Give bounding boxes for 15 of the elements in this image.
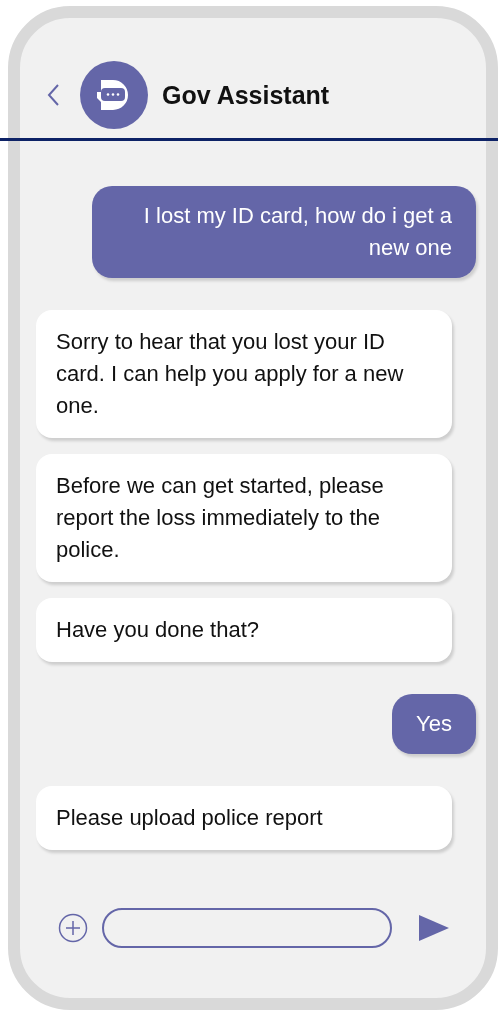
back-button[interactable] <box>46 83 60 107</box>
bot-message: Before we can get started, please report the loss immediately to the police. <box>36 454 452 582</box>
chat-logo-icon <box>97 78 131 112</box>
plus-icon <box>58 913 88 943</box>
add-button[interactable] <box>58 913 88 943</box>
send-button[interactable] <box>418 914 450 942</box>
message-input[interactable] <box>102 908 392 948</box>
back-icon <box>46 83 60 107</box>
user-message: Yes <box>392 694 476 754</box>
chat-title: Gov Assistant <box>162 80 330 110</box>
bot-message: Sorry to hear that you lost your ID card. I can help you apply for a new one. <box>36 310 452 438</box>
send-icon <box>418 914 450 942</box>
user-message: I lost my ID card, how do i get a new one <box>92 186 476 278</box>
bot-message: Have you done that? <box>36 598 452 662</box>
bot-message: Please upload police report <box>36 786 452 850</box>
